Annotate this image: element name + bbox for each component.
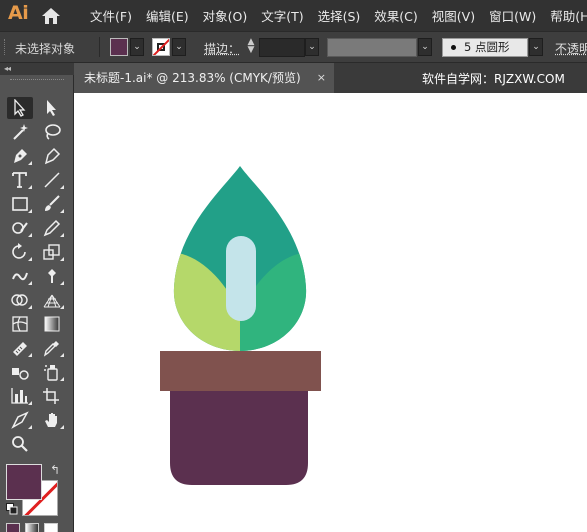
menu-effect[interactable]: 效果(C) xyxy=(374,6,417,25)
pot-rim xyxy=(160,351,321,391)
rotate-tool-icon[interactable] xyxy=(7,241,33,263)
collapse-panel-icon[interactable]: ◂◂ xyxy=(0,63,74,75)
selection-tool-icon[interactable] xyxy=(7,97,33,119)
close-tab-icon[interactable]: × xyxy=(317,63,326,93)
leaf-vein xyxy=(226,236,256,321)
gradient-tool-icon[interactable] xyxy=(39,313,65,335)
menu-help[interactable]: 帮助(H) xyxy=(550,6,587,25)
tools-grip[interactable] xyxy=(10,79,64,82)
line-tool-icon[interactable] xyxy=(39,169,65,191)
pen-tool-icon[interactable] xyxy=(7,145,33,167)
stroke-label[interactable]: 描边： xyxy=(204,40,240,57)
fill-dropdown-button[interactable]: ⌄ xyxy=(130,38,144,56)
zoom-tool-icon[interactable] xyxy=(7,433,33,455)
none-mode-icon[interactable] xyxy=(44,523,58,532)
variable-width-profile[interactable] xyxy=(327,38,417,57)
rectangle-tool-icon[interactable] xyxy=(7,193,33,215)
app-logo: Ai xyxy=(8,2,29,24)
plant-pot-illustration xyxy=(160,166,321,485)
artboard-canvas[interactable] xyxy=(74,93,587,532)
main-menu: 文件(F) 编辑(E) 对象(O) 文字(T) 选择(S) 效果(C) 视图(V… xyxy=(90,0,587,31)
control-bar-grip[interactable] xyxy=(4,39,7,55)
pencil-tool-icon[interactable] xyxy=(39,217,65,239)
lasso-tool-icon[interactable] xyxy=(39,121,65,143)
column-graph-tool-icon[interactable] xyxy=(7,385,33,407)
default-fill-stroke-icon[interactable] xyxy=(6,503,18,515)
site-watermark: 软件自学网：RJZXW.COM xyxy=(422,72,565,86)
paintbrush-tool-icon[interactable] xyxy=(39,193,65,215)
stroke-weight-spinner[interactable]: ▲ ▼ xyxy=(244,38,258,56)
color-mode-row xyxy=(6,522,68,532)
document-tab-title: 未标题-1.ai* @ 213.83% (CMYK/预览) xyxy=(84,71,301,85)
tools-panel: ◂◂ ↰ xyxy=(0,63,74,532)
opacity-label[interactable]: 不透明 xyxy=(555,40,587,57)
warp-tool-icon[interactable] xyxy=(7,265,33,287)
fill-color-box[interactable] xyxy=(6,464,42,500)
direct-selection-tool-icon[interactable] xyxy=(39,97,65,119)
stroke-weight-input[interactable] xyxy=(259,38,305,57)
divider xyxy=(99,37,100,57)
home-icon[interactable] xyxy=(40,6,62,26)
stroke-color-swatch[interactable] xyxy=(152,38,170,56)
menu-object[interactable]: 对象(O) xyxy=(203,6,248,25)
perspective-grid-tool-icon[interactable] xyxy=(39,289,65,311)
brush-definition[interactable]: 5 点圆形 xyxy=(442,38,528,57)
brush-dropdown[interactable]: ⌄ xyxy=(529,38,543,56)
scale-tool-icon[interactable] xyxy=(39,241,65,263)
brush-name: 点圆形 xyxy=(474,40,510,54)
pot-body xyxy=(170,391,308,485)
control-bar: 未选择对象 ⌄ ⌄ 描边： ▲ ▼ ⌄ ⌄ 5 点圆形 ⌄ 不透明 xyxy=(0,31,587,63)
eyedropper-tool-icon[interactable] xyxy=(39,337,65,359)
slice-tool-icon[interactable] xyxy=(7,409,33,431)
menu-file[interactable]: 文件(F) xyxy=(90,6,132,25)
menu-bar: Ai 文件(F) 编辑(E) 对象(O) 文字(T) 选择(S) 效果(C) 视… xyxy=(0,0,587,31)
shaper-tool-icon[interactable] xyxy=(7,217,33,239)
curvature-tool-icon[interactable] xyxy=(39,145,65,167)
menu-window[interactable]: 窗口(W) xyxy=(489,6,536,25)
measure-tool-icon[interactable] xyxy=(7,337,33,359)
document-tab-bar: 未标题-1.ai* @ 213.83% (CMYK/预览) × 软件自学网：RJ… xyxy=(74,63,587,93)
puppet-warp-tool-icon[interactable] xyxy=(39,265,65,287)
artboard-tool-icon[interactable] xyxy=(39,385,65,407)
fill-color-swatch[interactable] xyxy=(110,38,128,56)
menu-type[interactable]: 文字(T) xyxy=(261,6,303,25)
blend-tool-icon[interactable] xyxy=(7,361,33,383)
gradient-mode-icon[interactable] xyxy=(25,523,39,532)
shape-builder-tool-icon[interactable] xyxy=(7,289,33,311)
none-slash xyxy=(153,39,169,55)
brush-dot-icon xyxy=(451,45,456,50)
stroke-weight-dropdown[interactable]: ⌄ xyxy=(305,38,319,56)
swap-fill-stroke-icon[interactable]: ↰ xyxy=(50,463,60,477)
magic-wand-tool-icon[interactable] xyxy=(7,121,33,143)
menu-edit[interactable]: 编辑(E) xyxy=(146,6,189,25)
symbol-sprayer-tool-icon[interactable] xyxy=(39,361,65,383)
type-tool-icon[interactable] xyxy=(7,169,33,191)
menu-view[interactable]: 视图(V) xyxy=(432,6,475,25)
menu-select[interactable]: 选择(S) xyxy=(318,6,361,25)
selection-status: 未选择对象 xyxy=(15,42,76,56)
document-tab[interactable]: 未标题-1.ai* @ 213.83% (CMYK/预览) × xyxy=(74,63,334,93)
profile-dropdown[interactable]: ⌄ xyxy=(418,38,432,56)
hand-tool-icon[interactable] xyxy=(39,409,65,431)
stroke-dropdown-button[interactable]: ⌄ xyxy=(172,38,186,56)
mesh-tool-icon[interactable] xyxy=(7,313,33,335)
brush-size: 5 xyxy=(464,40,472,54)
color-mode-icon[interactable] xyxy=(6,523,20,532)
